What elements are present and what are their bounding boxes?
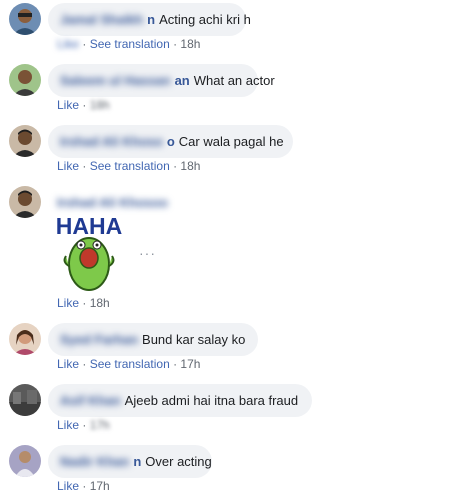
like-link[interactable]: Like xyxy=(57,357,79,371)
comment-bubble: Nadir Khan n Over acting xyxy=(48,445,212,478)
commenter-name-suffix[interactable]: an xyxy=(175,73,190,88)
comment-meta: Like · See translation · 17h xyxy=(57,357,201,371)
more-options-icon[interactable]: ··· xyxy=(139,245,156,261)
comment-bubble: Asif Khan Ajeeb admi hai itna bara fraud xyxy=(48,384,312,417)
comment-text: What an actor xyxy=(193,73,275,88)
timestamp[interactable]: 18h xyxy=(90,296,110,310)
comment-bubble: Irshad Ali Khoso o Car wala pagal he xyxy=(48,125,293,158)
see-translation-link[interactable]: See translation xyxy=(90,159,170,173)
commenter-name[interactable]: Syed Farhan xyxy=(60,332,138,347)
comment-text: Car wala pagal he xyxy=(178,134,284,149)
comment-meta: Like · 17h xyxy=(57,418,110,432)
comment-text: Over acting xyxy=(145,454,212,469)
like-link[interactable]: Like xyxy=(57,98,79,112)
comment-meta: Like · 18h xyxy=(57,98,110,112)
comment-bubble: Jamal Shaikh n Acting achi kri h xyxy=(48,3,251,36)
timestamp[interactable]: 17h xyxy=(180,357,200,371)
comment-bubble: Saleem ul Hassan an What an actor xyxy=(48,64,275,97)
timestamp[interactable]: 17h xyxy=(90,418,110,432)
timestamp[interactable]: 18h xyxy=(90,98,110,112)
timestamp[interactable]: 17h xyxy=(90,479,110,493)
comment-text: Ajeeb admi hai itna bara fraud xyxy=(124,393,299,408)
comment-meta: Like · See translation · 18h xyxy=(57,159,201,173)
commenter-name[interactable]: Asif Khan xyxy=(60,393,121,408)
avatar[interactable] xyxy=(9,125,41,157)
avatar[interactable] xyxy=(9,323,41,355)
like-link[interactable]: Like xyxy=(57,159,79,173)
haha-sticker[interactable]: HAHA xyxy=(48,212,130,294)
avatar[interactable] xyxy=(9,64,41,96)
timestamp[interactable]: 18h xyxy=(180,159,200,173)
commenter-name-suffix[interactable]: n xyxy=(147,12,155,27)
avatar[interactable] xyxy=(9,186,41,218)
comment-meta: Like · See translation · 18h xyxy=(57,37,201,51)
comment-meta: Like · 18h xyxy=(57,296,110,310)
avatar[interactable] xyxy=(9,384,41,416)
comment-bubble: Syed Farhan Bund kar salay ko xyxy=(48,323,258,356)
timestamp[interactable]: 18h xyxy=(180,37,200,51)
comment-text: Bund kar salay ko xyxy=(142,332,246,347)
like-link[interactable]: Like xyxy=(57,418,79,432)
like-link[interactable]: Like xyxy=(57,37,79,51)
commenter-name[interactable]: Jamal Shaikh xyxy=(60,12,143,27)
commenter-name-suffix[interactable]: n xyxy=(133,454,141,469)
see-translation-link[interactable]: See translation xyxy=(90,357,170,371)
like-link[interactable]: Like xyxy=(57,479,79,493)
comment-text: Acting achi kri h xyxy=(159,12,251,27)
avatar[interactable] xyxy=(9,445,41,477)
commenter-name[interactable]: Saleem ul Hassan xyxy=(60,73,171,88)
sticker-text: HAHA xyxy=(56,213,122,239)
commenter-name-suffix[interactable]: o xyxy=(167,134,175,149)
see-translation-link[interactable]: See translation xyxy=(90,37,170,51)
commenter-name[interactable]: Nadir Khan xyxy=(60,454,129,469)
like-link[interactable]: Like xyxy=(57,296,79,310)
commenter-name[interactable]: Irshad Ali Khosoo xyxy=(57,195,168,210)
commenter-name[interactable]: Irshad Ali Khoso xyxy=(60,134,163,149)
comment-meta: Like · 17h xyxy=(57,479,110,493)
avatar[interactable] xyxy=(9,3,41,35)
